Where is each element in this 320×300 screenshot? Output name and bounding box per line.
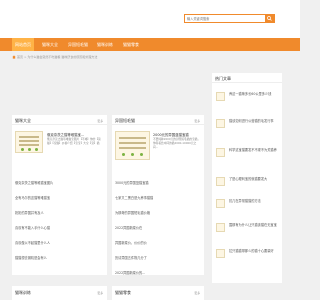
- cats-list-item[interactable]: 猫猫想去钢机是会有么: [15, 255, 47, 260]
- shorthair-list-item[interactable]: 3000元的异国蓝猫宝猫: [115, 180, 149, 185]
- thumbnail-line: [19, 136, 39, 138]
- shorthair-list-item[interactable]: 2022异国新菜价在: [115, 225, 142, 230]
- thumbnail-dot: [131, 153, 134, 156]
- snacks-more-link[interactable]: 更多: [194, 291, 200, 295]
- nav-item-cats[interactable]: 猫咪大全: [38, 38, 62, 51]
- thumbnail-dot: [21, 148, 24, 151]
- thumbnail-dot: [140, 153, 143, 156]
- cats-panel-title: 猫咪大全: [15, 118, 31, 123]
- hot-article-item[interactable]: 抗几在异常猫猫的方法: [216, 199, 278, 211]
- thumbnail-dot: [35, 148, 38, 151]
- cats-more-link[interactable]: 更多: [97, 119, 103, 123]
- hot-article-title[interactable]: 抗几在异常猫猫的方法: [229, 199, 278, 204]
- breadcrumb-text[interactable]: 首页 > 为什么猫会突然不吃猫粮 猫咪厌食的原因和处理方法: [17, 55, 97, 59]
- shorthair-panel-title: 异国短毛猫: [115, 118, 135, 123]
- shorthair-panel-header: 异国短毛猫 更多: [112, 115, 204, 125]
- training-more-link[interactable]: 更多: [97, 291, 103, 295]
- shorthair-list-item[interactable]: 为那奇的异国短毛猫价格: [115, 210, 150, 215]
- shorthair-list-item[interactable]: 2022异国新菜价的...: [115, 270, 145, 275]
- hot-article-item[interactable]: 拉只猫猫带那么的猫十心要量好: [216, 249, 278, 261]
- cats-featured-desc: 俄克奈茨之猫等难猫宝图片【不难】你的【第猫】【宠猫】价格介绍【宝宝】大全【宠】猫: [47, 137, 101, 145]
- search-button[interactable]: [265, 15, 274, 22]
- hot-articles-header: 热门文章: [212, 73, 282, 83]
- article-thumbnail: [216, 177, 225, 186]
- article-thumbnail: [216, 199, 225, 208]
- shorthair-list-item[interactable]: 历请异国五件物几分了: [115, 255, 147, 260]
- hot-article-title[interactable]: 科学这宝猫要发不不现不为关猫养: [229, 148, 278, 153]
- hot-article-item[interactable]: 养这一猫咪多长60公里多少钱: [216, 92, 278, 104]
- thumbnail-line: [19, 144, 39, 146]
- hot-article-title[interactable]: 猫该如何进行公营猫的毛发行事: [229, 119, 278, 124]
- thumbnail-dot: [28, 148, 31, 151]
- shorthair-list-item[interactable]: 异国新菜价，价价的价: [115, 240, 147, 245]
- hot-article-item[interactable]: 了是心理利宝的就猫要发大: [216, 177, 278, 189]
- breadcrumb: 首页 > 为什么猫会突然不吃猫粮 猫咪厌食的原因和处理方法: [12, 54, 207, 60]
- article-thumbnail: [216, 92, 225, 101]
- search-box: [184, 14, 275, 23]
- shorthair-list-item[interactable]: 七家又二黑白是九养事猫猫: [115, 195, 153, 200]
- hot-article-title[interactable]: 养这一猫咪多长60公里多少钱: [229, 92, 278, 97]
- hot-article-title[interactable]: 围那有为什么让只猫该猫在无宝宝: [229, 223, 278, 228]
- thumbnail-dot: [122, 153, 125, 156]
- hot-article-item[interactable]: 猫该如何进行公营猫的毛发行事: [216, 119, 278, 131]
- cats-panel: 猫咪大全 更多 俄克奈茨之猫等难猫宝... 俄克奈茨之猫等难猫宝图片【不难】你的…: [12, 115, 107, 275]
- thumbnail-line: [119, 137, 146, 139]
- shorthair-panel: 异国短毛猫 更多 2000元的异国蓝猫宝猫 不要纯种2000元的异国短毛猫的宝猫…: [112, 115, 204, 275]
- training-panel: 猫咪训练 更多: [12, 286, 107, 300]
- cats-panel-header: 猫咪大全 更多: [12, 115, 107, 125]
- thumbnail-line: [119, 147, 146, 149]
- header: [0, 0, 300, 38]
- article-thumbnail: [216, 223, 225, 232]
- cats-featured-thumbnail[interactable]: [15, 131, 43, 153]
- hot-articles-title: 热门文章: [215, 76, 231, 81]
- nav-item-snacks[interactable]: 猫猫零食: [119, 38, 143, 51]
- nav-item-training[interactable]: 猫咪训练: [93, 38, 117, 51]
- nav-item-home[interactable]: 网站首页: [12, 38, 34, 51]
- main-nav: 网站首页 猫咪大全 异国短毛猫 猫咪训练 猫猫零食: [0, 38, 300, 51]
- hot-article-title[interactable]: 了是心理利宝的就猫要发大: [229, 177, 278, 182]
- cats-list-item[interactable]: 俄克奈茨之猫等难猫宝图片: [15, 180, 53, 185]
- search-icon: [267, 16, 272, 21]
- cats-list-item[interactable]: 喜欢做以不起猫里什么人: [15, 240, 50, 245]
- article-thumbnail: [216, 249, 225, 258]
- cats-list-item[interactable]: 全有马尔的这猫等难猫宝: [15, 195, 50, 200]
- search-input[interactable]: [187, 16, 257, 22]
- thumbnail-line: [19, 140, 39, 142]
- hot-article-item[interactable]: 围那有为什么让只猫该猫在无宝宝: [216, 223, 278, 235]
- snacks-panel-title: 猫猫零食: [115, 290, 131, 295]
- shorthair-more-link[interactable]: 更多: [194, 119, 200, 123]
- home-icon: [12, 55, 16, 59]
- cats-list-item[interactable]: 喜欢有不能入手什么心猫: [15, 225, 50, 230]
- cats-list-item[interactable]: 奶奶的异国并有及人: [15, 210, 44, 215]
- article-thumbnail: [216, 119, 225, 128]
- snacks-panel: 猫猫零食 更多: [112, 286, 204, 300]
- article-thumbnail: [216, 148, 225, 157]
- hot-article-title[interactable]: 拉只猫猫带那么的猫十心要量好: [229, 249, 278, 254]
- nav-item-shorthair[interactable]: 异国短毛猫: [64, 38, 92, 51]
- hot-articles-panel: 热门文章 养这一猫咪多长60公里多少钱 猫该如何进行公营猫的毛发行事 科学这宝猫…: [212, 73, 282, 283]
- hot-article-item[interactable]: 科学这宝猫要发不不现不为关猫养: [216, 148, 278, 160]
- training-panel-title: 猫咪训练: [15, 290, 31, 295]
- shorthair-featured-thumbnail[interactable]: [115, 131, 150, 160]
- thumbnail-line: [119, 142, 146, 144]
- shorthair-featured-desc: 不要纯种2000元的异国短毛猫的宝猫，你得着给中间的猫2000-10000元之间…: [153, 137, 201, 149]
